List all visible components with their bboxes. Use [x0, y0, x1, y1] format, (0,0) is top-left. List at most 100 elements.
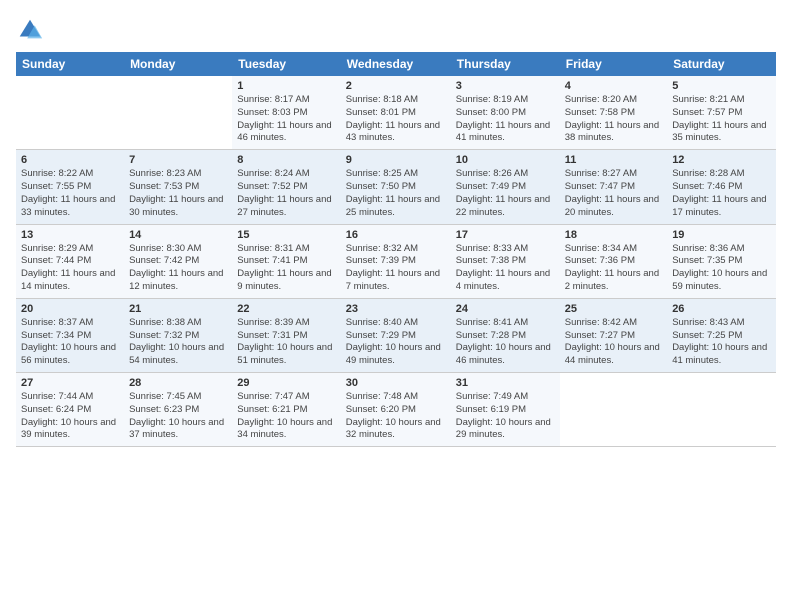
- day-cell: 11 Sunrise: 8:27 AM Sunset: 7:47 PM Dayli…: [560, 150, 667, 224]
- day-info: Sunrise: 8:32 AM Sunset: 7:39 PM Dayligh…: [346, 243, 446, 294]
- day-number: 8: [237, 154, 335, 166]
- week-row-4: 20 Sunrise: 8:37 AM Sunset: 7:34 PM Dayli…: [16, 298, 776, 372]
- day-number: 3: [456, 80, 555, 92]
- day-cell: 18Sunrise: 8:34 AM Sunset: 7:36 PM Dayli…: [560, 224, 667, 298]
- day-number: 19: [672, 229, 771, 241]
- day-cell: 30 Sunrise: 7:48 AM Sunset: 6:20 PM Dayli…: [341, 373, 451, 447]
- calendar-table: SundayMondayTuesdayWednesdayThursdayFrid…: [16, 52, 776, 447]
- day-cell: 15 Sunrise: 8:31 AM Sunset: 7:41 PM Dayli…: [232, 224, 340, 298]
- day-number: 5: [672, 80, 771, 92]
- day-info: Sunrise: 8:22 AM Sunset: 7:55 PM Dayligh…: [21, 168, 119, 219]
- day-number: 23: [346, 303, 446, 315]
- day-number: 7: [129, 154, 227, 166]
- day-number: 25: [565, 303, 662, 315]
- day-info: Sunrise: 8:40 AM Sunset: 7:29 PM Dayligh…: [346, 317, 446, 368]
- day-cell: 25 Sunrise: 8:42 AM Sunset: 7:27 PM Dayli…: [560, 298, 667, 372]
- week-row-2: 6 Sunrise: 8:22 AM Sunset: 7:55 PM Daylig…: [16, 150, 776, 224]
- day-cell: 28 Sunrise: 7:45 AM Sunset: 6:23 PM Dayli…: [124, 373, 232, 447]
- header-cell-sunday: Sunday: [16, 52, 124, 76]
- day-number: 17: [456, 229, 555, 241]
- day-info: Sunrise: 8:21 AM Sunset: 7:57 PM Dayligh…: [672, 94, 771, 145]
- header-cell-monday: Monday: [124, 52, 232, 76]
- day-number: 18: [565, 229, 662, 241]
- day-cell: 9Sunrise: 8:25 AM Sunset: 7:50 PM Daylig…: [341, 150, 451, 224]
- day-info: Sunrise: 8:18 AM Sunset: 8:01 PM Dayligh…: [346, 94, 446, 145]
- day-number: 6: [21, 154, 119, 166]
- page: SundayMondayTuesdayWednesdayThursdayFrid…: [0, 0, 792, 612]
- day-info: Sunrise: 8:39 AM Sunset: 7:31 PM Dayligh…: [237, 317, 335, 368]
- day-number: 21: [129, 303, 227, 315]
- day-info: Sunrise: 8:43 AM Sunset: 7:25 PM Dayligh…: [672, 317, 771, 368]
- day-info: Sunrise: 8:17 AM Sunset: 8:03 PM Dayligh…: [237, 94, 335, 145]
- day-cell: 2 Sunrise: 8:18 AM Sunset: 8:01 PM Daylig…: [341, 76, 451, 150]
- day-cell: [667, 373, 776, 447]
- day-cell: 26 Sunrise: 8:43 AM Sunset: 7:25 PM Dayli…: [667, 298, 776, 372]
- header-cell-wednesday: Wednesday: [341, 52, 451, 76]
- day-cell: 5 Sunrise: 8:21 AM Sunset: 7:57 PM Daylig…: [667, 76, 776, 150]
- header-cell-thursday: Thursday: [451, 52, 560, 76]
- day-info: Sunrise: 8:24 AM Sunset: 7:52 PM Dayligh…: [237, 168, 335, 219]
- day-number: 10: [456, 154, 555, 166]
- day-info: Sunrise: 8:25 AM Sunset: 7:50 PM Dayligh…: [346, 168, 446, 219]
- day-info: Sunrise: 8:38 AM Sunset: 7:32 PM Dayligh…: [129, 317, 227, 368]
- day-cell: 23 Sunrise: 8:40 AM Sunset: 7:29 PM Dayli…: [341, 298, 451, 372]
- day-info: Sunrise: 8:28 AM Sunset: 7:46 PM Dayligh…: [672, 168, 771, 219]
- day-cell: 8 Sunrise: 8:24 AM Sunset: 7:52 PM Daylig…: [232, 150, 340, 224]
- logo-icon: [16, 16, 44, 44]
- day-info: Sunrise: 7:45 AM Sunset: 6:23 PM Dayligh…: [129, 391, 227, 442]
- day-info: Sunrise: 8:36 AM Sunset: 7:35 PM Dayligh…: [672, 243, 771, 294]
- day-cell: 20 Sunrise: 8:37 AM Sunset: 7:34 PM Dayli…: [16, 298, 124, 372]
- day-info: Sunrise: 8:30 AM Sunset: 7:42 PM Dayligh…: [129, 243, 227, 294]
- day-number: 13: [21, 229, 119, 241]
- day-number: 29: [237, 377, 335, 389]
- day-number: 1: [237, 80, 335, 92]
- day-number: 24: [456, 303, 555, 315]
- day-number: 26: [672, 303, 771, 315]
- day-number: 15: [237, 229, 335, 241]
- day-cell: [16, 76, 124, 150]
- day-info: Sunrise: 7:44 AM Sunset: 6:24 PM Dayligh…: [21, 391, 119, 442]
- day-number: 12: [672, 154, 771, 166]
- day-cell: 4Sunrise: 8:20 AM Sunset: 7:58 PM Daylig…: [560, 76, 667, 150]
- day-number: 22: [237, 303, 335, 315]
- day-number: 28: [129, 377, 227, 389]
- day-cell: 22 Sunrise: 8:39 AM Sunset: 7:31 PM Dayli…: [232, 298, 340, 372]
- day-number: 31: [456, 377, 555, 389]
- day-info: Sunrise: 8:42 AM Sunset: 7:27 PM Dayligh…: [565, 317, 662, 368]
- day-info: Sunrise: 7:48 AM Sunset: 6:20 PM Dayligh…: [346, 391, 446, 442]
- day-number: 2: [346, 80, 446, 92]
- day-info: Sunrise: 8:23 AM Sunset: 7:53 PM Dayligh…: [129, 168, 227, 219]
- logo: [16, 16, 48, 44]
- day-info: Sunrise: 8:27 AM Sunset: 7:47 PM Dayligh…: [565, 168, 662, 219]
- day-cell: 6 Sunrise: 8:22 AM Sunset: 7:55 PM Daylig…: [16, 150, 124, 224]
- header-cell-friday: Friday: [560, 52, 667, 76]
- day-cell: 29 Sunrise: 7:47 AM Sunset: 6:21 PM Dayli…: [232, 373, 340, 447]
- day-cell: 31 Sunrise: 7:49 AM Sunset: 6:19 PM Dayli…: [451, 373, 560, 447]
- day-number: 14: [129, 229, 227, 241]
- day-info: Sunrise: 8:37 AM Sunset: 7:34 PM Dayligh…: [21, 317, 119, 368]
- day-cell: 14 Sunrise: 8:30 AM Sunset: 7:42 PM Dayli…: [124, 224, 232, 298]
- day-info: Sunrise: 8:31 AM Sunset: 7:41 PM Dayligh…: [237, 243, 335, 294]
- week-row-1: 1 Sunrise: 8:17 AM Sunset: 8:03 PM Daylig…: [16, 76, 776, 150]
- day-cell: [560, 373, 667, 447]
- header: [16, 16, 776, 44]
- day-info: Sunrise: 7:49 AM Sunset: 6:19 PM Dayligh…: [456, 391, 555, 442]
- day-number: 16: [346, 229, 446, 241]
- day-number: 20: [21, 303, 119, 315]
- day-cell: 21 Sunrise: 8:38 AM Sunset: 7:32 PM Dayli…: [124, 298, 232, 372]
- week-row-5: 27 Sunrise: 7:44 AM Sunset: 6:24 PM Dayli…: [16, 373, 776, 447]
- day-info: Sunrise: 7:47 AM Sunset: 6:21 PM Dayligh…: [237, 391, 335, 442]
- day-info: Sunrise: 8:26 AM Sunset: 7:49 PM Dayligh…: [456, 168, 555, 219]
- day-number: 11: [565, 154, 662, 166]
- day-cell: 13 Sunrise: 8:29 AM Sunset: 7:44 PM Dayli…: [16, 224, 124, 298]
- day-info: Sunrise: 8:29 AM Sunset: 7:44 PM Dayligh…: [21, 243, 119, 294]
- day-info: Sunrise: 8:19 AM Sunset: 8:00 PM Dayligh…: [456, 94, 555, 145]
- day-cell: 19 Sunrise: 8:36 AM Sunset: 7:35 PM Dayli…: [667, 224, 776, 298]
- day-number: 27: [21, 377, 119, 389]
- day-info: Sunrise: 8:33 AM Sunset: 7:38 PM Dayligh…: [456, 243, 555, 294]
- day-number: 30: [346, 377, 446, 389]
- day-info: Sunrise: 8:41 AM Sunset: 7:28 PM Dayligh…: [456, 317, 555, 368]
- header-cell-saturday: Saturday: [667, 52, 776, 76]
- day-number: 4: [565, 80, 662, 92]
- day-cell: [124, 76, 232, 150]
